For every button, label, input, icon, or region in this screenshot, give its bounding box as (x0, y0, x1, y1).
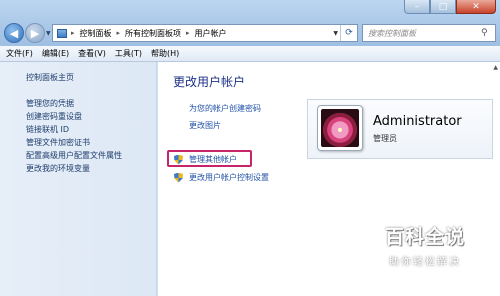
refresh-icon[interactable]: ⟳ (340, 25, 357, 41)
maximize-icon: □ (438, 1, 448, 12)
menu-view[interactable]: 查看(V) (78, 48, 106, 59)
account-name: Administrator (373, 114, 462, 129)
sidebar-item-manage-credentials[interactable]: 管理您的凭据 (26, 97, 122, 110)
breadcrumb-chevron-icon[interactable]: ▸ (117, 29, 121, 37)
manage-other-accounts-row[interactable]: 管理其他帐户 (174, 154, 237, 165)
sidebar-links: 管理您的凭据 创建密码重设盘 链接联机 ID 管理文件加密证书 配置高级用户配置… (26, 97, 122, 175)
menu-file[interactable]: 文件(F) (6, 48, 33, 59)
change-picture-link[interactable]: 更改图片 (189, 120, 221, 131)
window-chrome: – □ ✕ ◀ ▶ ▼ ▸ 控制面板 ▸ 所有控制面板项 ▸ 用户帐户 ▼ ⟳ … (0, 0, 500, 46)
watermark-logo: 百科全说 (384, 226, 465, 248)
flower-picture (321, 109, 359, 147)
address-dropdown-icon[interactable]: ▼ (333, 30, 338, 37)
minimize-icon: – (414, 1, 420, 12)
sidebar-item-environment-variables[interactable]: 更改我的环境变量 (26, 162, 122, 175)
sidebar-item-password-reset-disk[interactable]: 创建密码重设盘 (26, 110, 122, 123)
breadcrumb: ▸ 控制面板 ▸ 所有控制面板项 ▸ 用户帐户 (71, 28, 227, 39)
recent-pages-dropdown-icon[interactable]: ▼ (46, 30, 51, 37)
menu-edit[interactable]: 编辑(E) (42, 48, 69, 59)
forward-arrow-icon: ▶ (30, 26, 40, 40)
close-button[interactable]: ✕ (456, 0, 496, 14)
search-icon[interactable]: ⚲ (481, 28, 495, 38)
account-role: 管理员 (373, 134, 397, 143)
sidebar-item-advanced-profile-properties[interactable]: 配置高级用户配置文件属性 (26, 149, 122, 162)
manage-other-accounts-link[interactable]: 管理其他帐户 (189, 154, 237, 165)
uac-shield-icon (174, 154, 183, 165)
watermark-subtitle: 助你轻松解决 (389, 257, 461, 268)
close-icon: ✕ (472, 1, 480, 12)
back-arrow-icon: ◀ (9, 26, 19, 40)
page-title: 更改用户帐户 (173, 75, 246, 89)
sidebar-home-link[interactable]: 控制面板主页 (26, 72, 74, 83)
sidebar: 控制面板主页 管理您的凭据 创建密码重设盘 链接联机 ID 管理文件加密证书 配… (0, 62, 157, 296)
breadcrumb-item[interactable]: 用户帐户 (195, 28, 227, 39)
account-card: Administrator 管理员 (307, 99, 493, 159)
search-input[interactable]: 搜索控制面板 ⚲ (362, 24, 496, 42)
breadcrumb-chevron-icon: ▸ (71, 29, 75, 37)
maximize-button[interactable]: □ (430, 0, 456, 14)
menu-bar: 文件(F) 编辑(E) 查看(V) 工具(T) 帮助(H) (0, 46, 500, 62)
breadcrumb-item[interactable]: 控制面板 (80, 28, 112, 39)
sidebar-item-link-online-id[interactable]: 链接联机 ID (26, 123, 122, 136)
scroll-up-icon[interactable]: ▲ (493, 64, 498, 71)
breadcrumb-chevron-icon[interactable]: ▸ (186, 29, 190, 37)
menu-help[interactable]: 帮助(H) (151, 48, 179, 59)
address-bar[interactable]: ▸ 控制面板 ▸ 所有控制面板项 ▸ 用户帐户 ▼ ⟳ (52, 24, 358, 42)
uac-shield-icon (174, 172, 183, 183)
minimize-button[interactable]: – (404, 0, 430, 14)
window-controls: – □ ✕ (404, 0, 496, 14)
back-button[interactable]: ◀ (4, 23, 24, 43)
search-placeholder: 搜索控制面板 (368, 28, 416, 38)
sidebar-item-encryption-certificates[interactable]: 管理文件加密证书 (26, 136, 122, 149)
uac-settings-row[interactable]: 更改用户帐户控制设置 (174, 172, 269, 183)
menu-tools[interactable]: 工具(T) (115, 48, 142, 59)
forward-button[interactable]: ▶ (25, 23, 45, 43)
avatar[interactable] (317, 105, 363, 151)
watermark: 百科全说 助你轻松解决 (370, 222, 480, 268)
breadcrumb-item[interactable]: 所有控制面板项 (125, 28, 181, 39)
uac-settings-link[interactable]: 更改用户帐户控制设置 (189, 172, 269, 183)
control-panel-icon (57, 28, 67, 38)
create-password-link[interactable]: 为您的帐户创建密码 (189, 103, 261, 114)
